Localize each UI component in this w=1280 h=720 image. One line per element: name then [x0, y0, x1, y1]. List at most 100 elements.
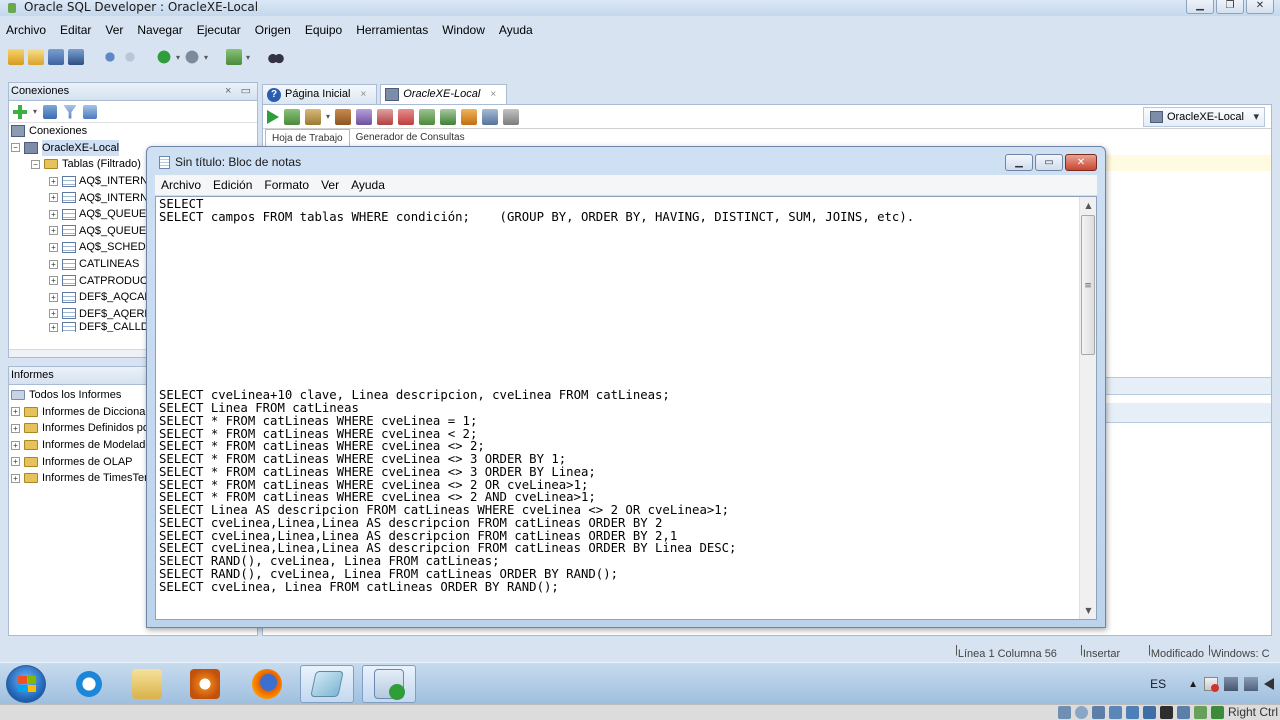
expand-icon[interactable]: + — [49, 209, 58, 219]
autotrace-icon[interactable] — [335, 108, 352, 125]
action-center-icon[interactable] — [1204, 677, 1219, 692]
back-dropdown-icon[interactable]: ▾ — [176, 53, 180, 62]
taskbar-firefox[interactable] — [240, 665, 294, 703]
menu-ver[interactable]: Ver — [105, 23, 123, 37]
panel-minimize-icon[interactable]: × ▭ — [225, 83, 251, 100]
taskbar-sqldeveloper[interactable] — [362, 665, 416, 703]
menu-window[interactable]: Window — [442, 23, 485, 37]
scroll-down-icon[interactable]: ▼ — [1080, 602, 1096, 619]
expand-icon[interactable]: + — [49, 322, 58, 332]
filter-icon[interactable] — [63, 104, 78, 119]
refresh-icon[interactable] — [43, 104, 58, 119]
taskbar-explorer[interactable] — [120, 665, 174, 703]
tab-oraclexe-local[interactable]: OracleXE-Local × — [380, 84, 508, 104]
expand-icon[interactable]: + — [49, 242, 58, 252]
notepad-menu-ayuda[interactable]: Ayuda — [351, 178, 385, 192]
open-folder-icon[interactable] — [28, 49, 44, 65]
sql-worksheet-icon[interactable] — [226, 49, 243, 65]
language-indicator[interactable]: ES — [1150, 677, 1166, 691]
tab-pagina-inicial[interactable]: ? Página Inicial × — [262, 84, 378, 104]
undo-icon[interactable] — [102, 49, 118, 65]
explain-plan-icon[interactable] — [305, 108, 321, 125]
notepad-text-area[interactable]: SELECT SELECT campos FROM tablas WHERE co… — [155, 196, 1097, 620]
forward-icon[interactable] — [184, 49, 201, 65]
notepad-menu-formato[interactable]: Formato — [264, 178, 309, 192]
new-icon[interactable] — [8, 49, 24, 65]
show-hidden-icons[interactable]: ▲ — [1188, 679, 1198, 690]
binoculars-icon[interactable] — [268, 49, 285, 65]
sql-worksheet-dropdown-icon[interactable]: ▾ — [246, 53, 250, 62]
history-icon[interactable] — [482, 108, 499, 125]
expand-icon[interactable]: + — [49, 276, 58, 286]
menu-ayuda[interactable]: Ayuda — [499, 23, 533, 37]
save-icon[interactable] — [48, 49, 64, 65]
expand-icon[interactable]: + — [49, 176, 58, 186]
restore-button[interactable]: ❐ — [1216, 0, 1244, 14]
close-tab-icon[interactable]: × — [490, 85, 496, 104]
menu-equipo[interactable]: Equipo — [305, 23, 342, 37]
taskbar-notepad[interactable] — [300, 665, 354, 703]
scroll-thumb[interactable]: ≡ — [1081, 215, 1095, 355]
close-button[interactable]: ✕ — [1246, 0, 1274, 14]
save-all-icon[interactable] — [68, 49, 84, 65]
spell-format-icon[interactable] — [440, 108, 457, 125]
notepad-menu-archivo[interactable]: Archivo — [161, 178, 201, 192]
shared-folder-icon[interactable] — [1126, 706, 1139, 719]
expand-icon[interactable]: + — [11, 423, 20, 433]
sql-tuning-icon[interactable] — [419, 108, 436, 125]
minimize-button[interactable]: ▁ — [1186, 0, 1214, 14]
tab-generador-consultas[interactable]: Generador de Consultas — [350, 129, 471, 147]
scroll-up-icon[interactable]: ▲ — [1080, 197, 1096, 214]
connection-selector[interactable]: OracleXE-Local — [1142, 107, 1265, 127]
video-capture-icon[interactable] — [1160, 706, 1173, 719]
expand-icon[interactable]: + — [49, 193, 58, 203]
redo-icon[interactable] — [122, 49, 138, 65]
expand-icon[interactable]: + — [49, 226, 58, 236]
taskbar-ie[interactable] — [62, 665, 116, 703]
cpu-icon[interactable] — [1194, 706, 1207, 719]
expand-icon[interactable]: + — [11, 407, 20, 417]
harddisk-icon[interactable] — [1058, 706, 1071, 719]
volume-icon[interactable] — [1264, 678, 1274, 690]
run-statement-icon[interactable] — [267, 109, 279, 124]
menu-ejecutar[interactable]: Ejecutar — [197, 23, 241, 37]
run-script-icon[interactable] — [284, 108, 300, 125]
expand-icon[interactable]: + — [11, 473, 20, 483]
optical-drive-icon[interactable] — [1075, 706, 1088, 719]
network-adapter-icon[interactable] — [1109, 706, 1122, 719]
add-connection-icon[interactable] — [13, 104, 27, 119]
notepad-vscrollbar[interactable]: ▲ ≡ ▼ — [1079, 197, 1096, 619]
back-icon[interactable] — [156, 49, 172, 65]
menu-archivo[interactable]: Archivo — [6, 23, 46, 37]
forward-dropdown-icon[interactable]: ▾ — [204, 53, 208, 62]
commit-icon[interactable] — [356, 108, 373, 125]
unshared-sql-icon[interactable] — [398, 108, 415, 125]
display-icon[interactable] — [1143, 706, 1156, 719]
notepad-maximize-button[interactable]: ▭ — [1035, 154, 1063, 171]
notepad-menu-edicion[interactable]: Edición — [213, 178, 252, 192]
add-connection-dropdown-icon[interactable]: ▾ — [33, 107, 37, 116]
menu-editar[interactable]: Editar — [60, 23, 91, 37]
expand-icon[interactable]: + — [11, 457, 20, 467]
notepad-menu-ver[interactable]: Ver — [321, 178, 339, 192]
tab-hoja-de-trabajo[interactable]: Hoja de Trabajo — [265, 129, 350, 147]
explain-dropdown-icon[interactable]: ▾ — [326, 112, 330, 121]
notepad-titlebar[interactable]: Sin título: Bloc de notas ▁ ▭ ✕ — [147, 147, 1105, 175]
rollback-icon[interactable] — [377, 108, 394, 125]
tree-node-conexiones[interactable]: Conexiones — [9, 123, 257, 140]
menu-origen[interactable]: Origen — [255, 23, 291, 37]
menu-navegar[interactable]: Navegar — [137, 23, 182, 37]
collapse-icon[interactable]: − — [11, 143, 20, 153]
power-icon[interactable] — [1244, 677, 1258, 691]
find-icon[interactable] — [503, 108, 520, 125]
schema-browser-icon[interactable] — [83, 104, 98, 119]
clear-icon[interactable] — [461, 108, 478, 125]
close-tab-icon[interactable]: × — [360, 85, 366, 104]
collapse-icon[interactable]: − — [31, 159, 40, 169]
audio-icon[interactable] — [1092, 706, 1105, 719]
expand-icon[interactable]: + — [49, 259, 58, 269]
notepad-close-button[interactable]: ✕ — [1065, 154, 1097, 171]
network-icon[interactable] — [1224, 677, 1238, 691]
menu-herramientas[interactable]: Herramientas — [356, 23, 428, 37]
notepad-text-content[interactable]: SELECT SELECT campos FROM tablas WHERE co… — [159, 198, 1079, 618]
